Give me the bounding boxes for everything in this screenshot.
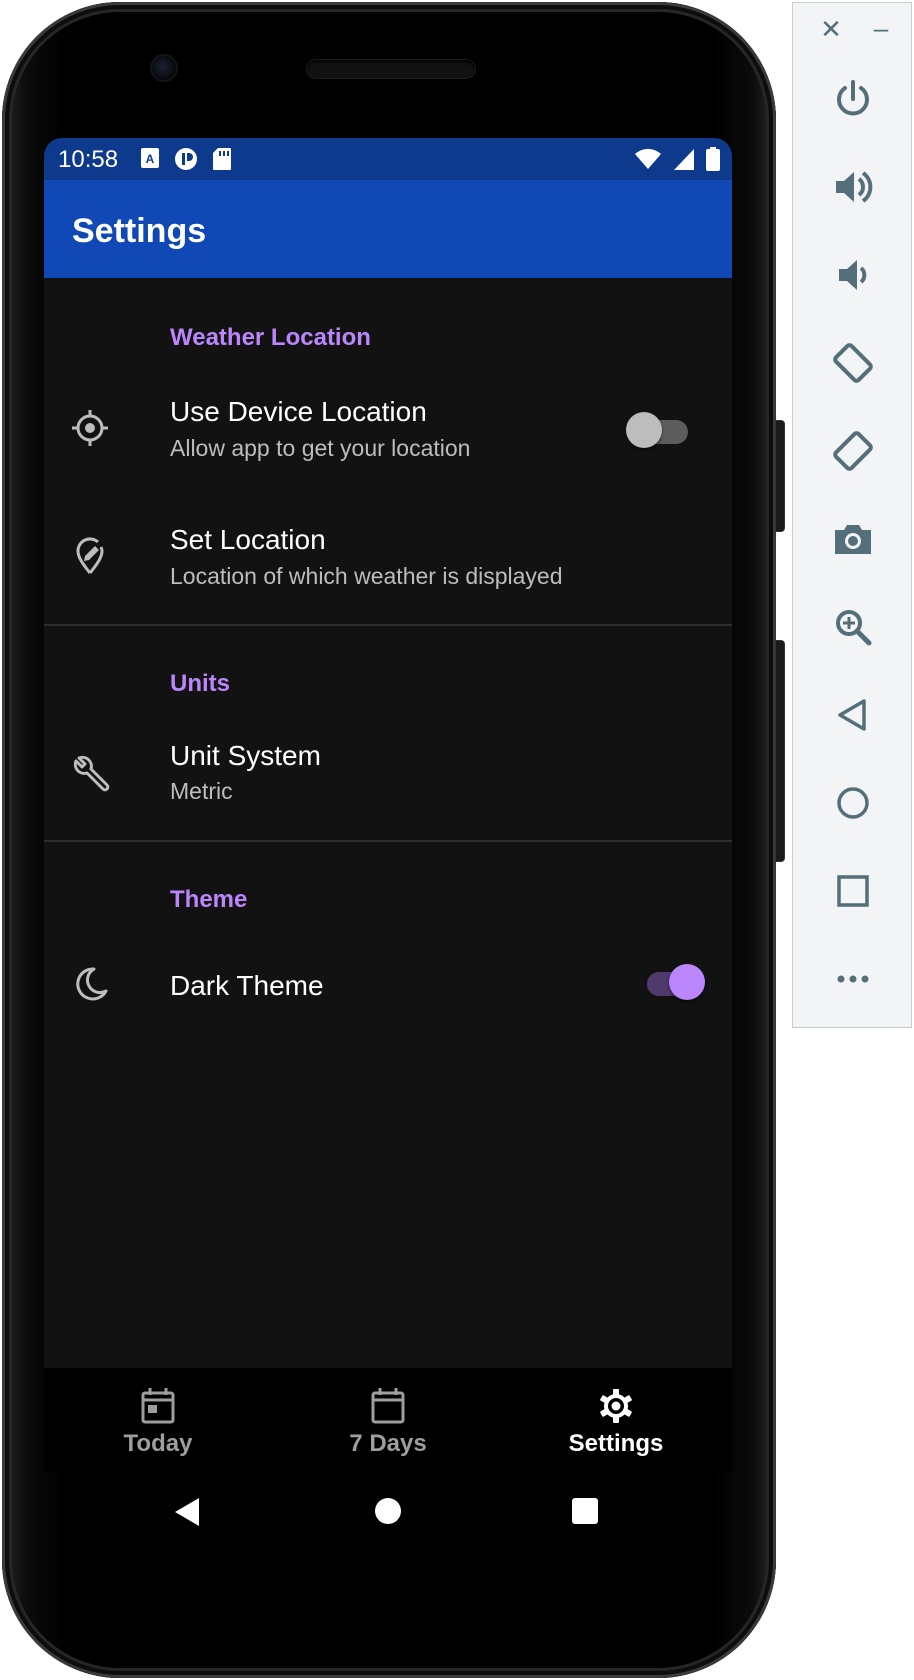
switch-thumb	[626, 412, 662, 448]
pref-title: Dark Theme	[170, 970, 324, 1001]
wrench-icon	[73, 755, 110, 792]
cell-signal-icon	[674, 149, 694, 170]
page-title: Settings	[72, 212, 207, 250]
device-screen: 10:58 A Settings Weather Location Use De…	[44, 138, 732, 1436]
minimize-icon[interactable]: –	[869, 15, 893, 41]
nav-item-settings[interactable]: Settings	[536, 1386, 696, 1458]
moon-icon	[76, 967, 108, 1001]
close-icon[interactable]: ✕	[819, 16, 843, 42]
pref-title: Use Device Location	[170, 396, 427, 427]
section-divider	[44, 840, 732, 842]
svg-text:A: A	[146, 152, 155, 166]
category-weather-location: Weather Location	[170, 324, 371, 351]
more-icon[interactable]	[823, 949, 883, 1009]
status-bar: 10:58 A	[44, 138, 732, 180]
nav-label: Settings	[568, 1430, 664, 1457]
app-notification-icon	[175, 148, 197, 170]
system-navigation-bar	[44, 1482, 732, 1542]
home-icon[interactable]	[373, 1496, 403, 1526]
emulator-controls-panel: ✕ –	[792, 2, 912, 1028]
calendar-icon	[141, 1388, 175, 1424]
zoom-icon[interactable]	[823, 597, 883, 657]
front-camera	[152, 56, 176, 80]
rotate-right-icon[interactable]	[823, 421, 883, 481]
pref-summary: Allow app to get your location	[170, 435, 471, 461]
notification-icons: A	[140, 147, 232, 171]
overview-icon[interactable]	[571, 1497, 599, 1525]
side-button-volume	[775, 640, 785, 862]
keyboard-notification-icon: A	[141, 148, 159, 168]
back-icon[interactable]	[172, 1496, 202, 1528]
pref-use-device-location[interactable]: Use Device Location Allow app to get you…	[44, 378, 732, 498]
category-units: Units	[170, 670, 230, 697]
power-icon[interactable]	[823, 69, 883, 129]
app-bar: Settings	[44, 180, 732, 278]
emulator-window-controls: ✕ –	[793, 3, 913, 59]
dark-theme-switch[interactable]	[639, 962, 709, 1002]
overview-icon[interactable]	[823, 861, 883, 921]
pref-unit-system[interactable]: Unit System Metric	[44, 714, 732, 834]
earpiece-speaker	[307, 60, 475, 78]
camera-icon[interactable]	[823, 509, 883, 569]
switch-thumb	[669, 964, 705, 1000]
gear-icon	[600, 1389, 632, 1423]
nav-item-today[interactable]: Today	[78, 1386, 238, 1458]
nav-item-7-days[interactable]: 7 Days	[308, 1386, 468, 1458]
pref-dark-theme[interactable]: Dark Theme	[44, 928, 732, 1028]
edit-location-icon	[76, 537, 104, 574]
pref-title: Unit System	[170, 740, 321, 771]
pref-set-location[interactable]: Set Location Location of which weather i…	[44, 506, 732, 626]
status-time: 10:58	[58, 146, 119, 173]
volume-up-icon[interactable]	[823, 157, 883, 217]
pref-title: Set Location	[170, 524, 326, 555]
wifi-icon	[635, 148, 661, 169]
nav-label: 7 Days	[349, 1430, 427, 1457]
back-icon[interactable]	[823, 685, 883, 745]
section-divider	[44, 624, 732, 626]
bottom-navigation: Today 7 Days Settings	[44, 1368, 732, 1472]
sd-card-icon	[213, 148, 231, 170]
side-button-power	[775, 420, 785, 532]
system-status-icons	[634, 147, 720, 171]
pref-summary: Location of which weather is displayed	[170, 563, 563, 589]
home-icon[interactable]	[823, 773, 883, 833]
category-theme: Theme	[170, 886, 248, 913]
calendar-icon	[371, 1388, 405, 1424]
use-device-location-switch[interactable]	[626, 410, 696, 450]
rotate-left-icon[interactable]	[823, 333, 883, 393]
nav-label: Today	[123, 1430, 193, 1457]
volume-down-icon[interactable]	[823, 245, 883, 305]
battery-icon	[706, 147, 720, 171]
pref-summary: Metric	[170, 778, 233, 804]
location-target-icon	[72, 410, 108, 446]
